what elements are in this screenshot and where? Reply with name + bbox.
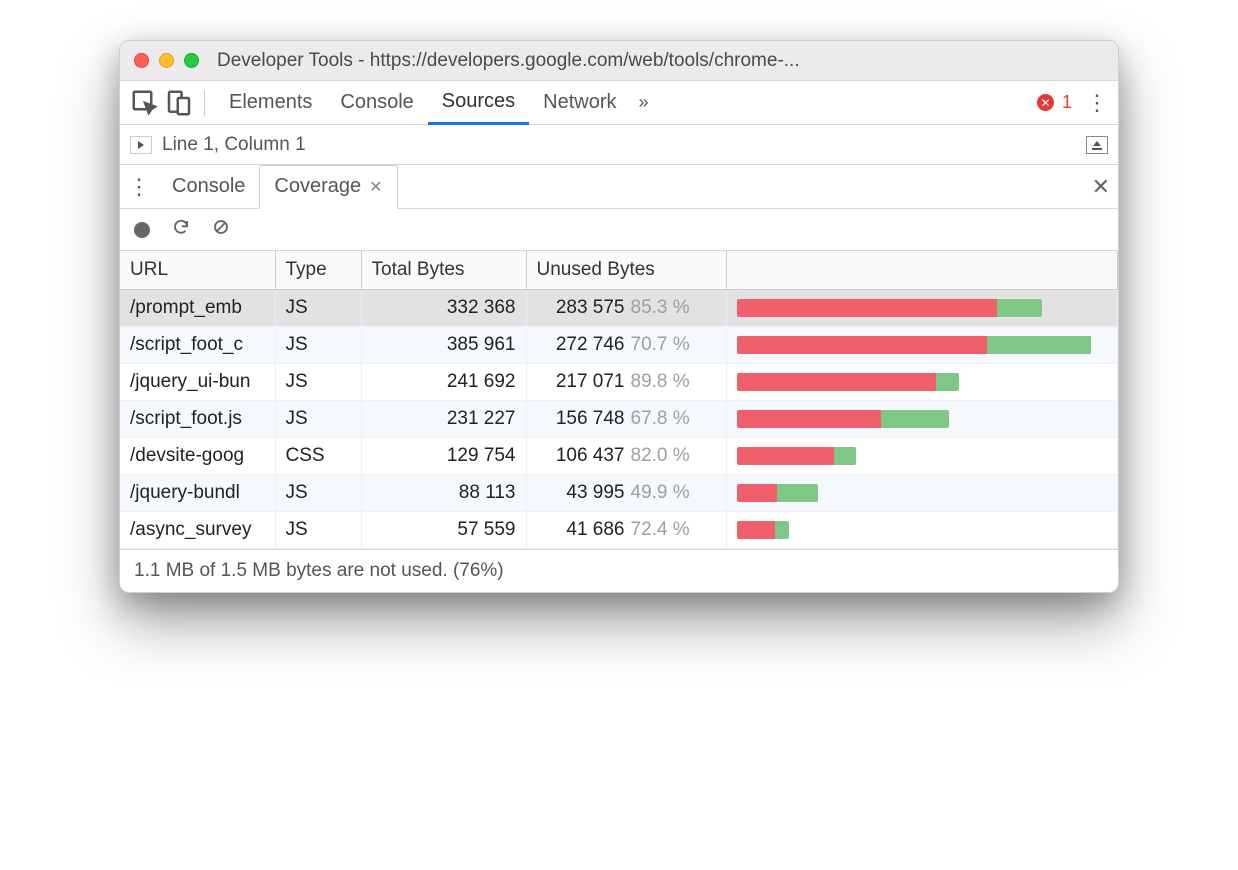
drawer-tab-coverage[interactable]: Coverage✕ (259, 165, 397, 209)
cell-unused: 106 43782.0 % (526, 438, 726, 475)
table-row[interactable]: /jquery-bundlJS88 11343 99549.9 % (120, 475, 1118, 512)
table-header-row: URL Type Total Bytes Unused Bytes (120, 251, 1118, 290)
col-bar (726, 251, 1118, 290)
cell-type: JS (275, 512, 361, 549)
col-total[interactable]: Total Bytes (361, 251, 526, 290)
cell-total: 231 227 (361, 401, 526, 438)
cell-type: JS (275, 475, 361, 512)
cell-url: /script_foot.js (120, 401, 275, 438)
coverage-summary: 1.1 MB of 1.5 MB bytes are not used. (76… (120, 549, 1118, 592)
table-row[interactable]: /devsite-googCSS129 754106 43782.0 % (120, 438, 1118, 475)
error-icon[interactable]: ✕ (1037, 94, 1054, 111)
show-navigator-icon[interactable] (130, 136, 152, 154)
tab-network[interactable]: Network (529, 81, 630, 125)
cell-url: /async_survey (120, 512, 275, 549)
cell-usage-bar (726, 327, 1118, 364)
cell-total: 129 754 (361, 438, 526, 475)
close-window-button[interactable] (134, 53, 149, 68)
cell-url: /jquery-bundl (120, 475, 275, 512)
devtools-window: Developer Tools - https://developers.goo… (119, 40, 1119, 593)
close-tab-icon[interactable]: ✕ (369, 177, 382, 197)
cursor-position: Line 1, Column 1 (162, 134, 306, 156)
cell-unused: 43 99549.9 % (526, 475, 726, 512)
cell-total: 57 559 (361, 512, 526, 549)
cell-total: 88 113 (361, 475, 526, 512)
col-unused[interactable]: Unused Bytes (526, 251, 726, 290)
cell-unused: 156 74867.8 % (526, 401, 726, 438)
cell-type: JS (275, 327, 361, 364)
table-row[interactable]: /async_surveyJS57 55941 68672.4 % (120, 512, 1118, 549)
traffic-lights (134, 53, 199, 68)
cell-total: 332 368 (361, 290, 526, 327)
cell-unused: 41 68672.4 % (526, 512, 726, 549)
cell-unused: 272 74670.7 % (526, 327, 726, 364)
record-icon[interactable] (134, 222, 150, 238)
drawer-tab-console[interactable]: Console (158, 165, 259, 209)
table-row[interactable]: /script_foot_cJS385 961272 74670.7 % (120, 327, 1118, 364)
table-row[interactable]: /script_foot.jsJS231 227156 74867.8 % (120, 401, 1118, 438)
clear-icon[interactable] (212, 218, 230, 241)
reload-icon[interactable] (172, 218, 190, 241)
tab-sources[interactable]: Sources (428, 81, 529, 125)
window-title: Developer Tools - https://developers.goo… (217, 50, 800, 72)
close-drawer-icon[interactable]: ✕ (1092, 174, 1110, 200)
table-row[interactable]: /jquery_ui-bunJS241 692217 07189.8 % (120, 364, 1118, 401)
select-element-icon[interactable] (130, 88, 160, 118)
minimize-window-button[interactable] (159, 53, 174, 68)
titlebar: Developer Tools - https://developers.goo… (120, 41, 1118, 81)
cell-type: JS (275, 290, 361, 327)
cell-url: /devsite-goog (120, 438, 275, 475)
error-count[interactable]: 1 (1062, 92, 1072, 113)
coverage-toolbar (120, 209, 1118, 251)
cell-total: 385 961 (361, 327, 526, 364)
cell-usage-bar (726, 512, 1118, 549)
col-url[interactable]: URL (120, 251, 275, 290)
col-type[interactable]: Type (275, 251, 361, 290)
cell-usage-bar (726, 290, 1118, 327)
zoom-window-button[interactable] (184, 53, 199, 68)
table-row[interactable]: /prompt_embJS332 368283 57585.3 % (120, 290, 1118, 327)
cell-url: /jquery_ui-bun (120, 364, 275, 401)
main-tab-strip: ElementsConsoleSourcesNetwork » ✕ 1 ⋮ (120, 81, 1118, 125)
cell-total: 241 692 (361, 364, 526, 401)
cell-usage-bar (726, 475, 1118, 512)
cell-type: JS (275, 364, 361, 401)
cell-type: JS (275, 401, 361, 438)
tab-elements[interactable]: Elements (215, 81, 326, 125)
tab-console[interactable]: Console (326, 81, 427, 125)
sources-toolbar: Line 1, Column 1 (120, 125, 1118, 165)
cell-type: CSS (275, 438, 361, 475)
cell-usage-bar (726, 401, 1118, 438)
cell-unused: 217 07189.8 % (526, 364, 726, 401)
drawer-tab-strip: ⋮ ConsoleCoverage✕ ✕ (120, 165, 1118, 209)
collapse-drawer-icon[interactable] (1086, 136, 1108, 154)
cell-url: /script_foot_c (120, 327, 275, 364)
cell-unused: 283 57585.3 % (526, 290, 726, 327)
more-tabs-icon[interactable]: » (639, 92, 649, 113)
cell-url: /prompt_emb (120, 290, 275, 327)
menu-icon[interactable]: ⋮ (1086, 90, 1108, 116)
coverage-table: URL Type Total Bytes Unused Bytes /promp… (120, 251, 1118, 549)
cell-usage-bar (726, 364, 1118, 401)
cell-usage-bar (726, 438, 1118, 475)
device-toggle-icon[interactable] (164, 88, 194, 118)
drawer-menu-icon[interactable]: ⋮ (128, 174, 150, 200)
